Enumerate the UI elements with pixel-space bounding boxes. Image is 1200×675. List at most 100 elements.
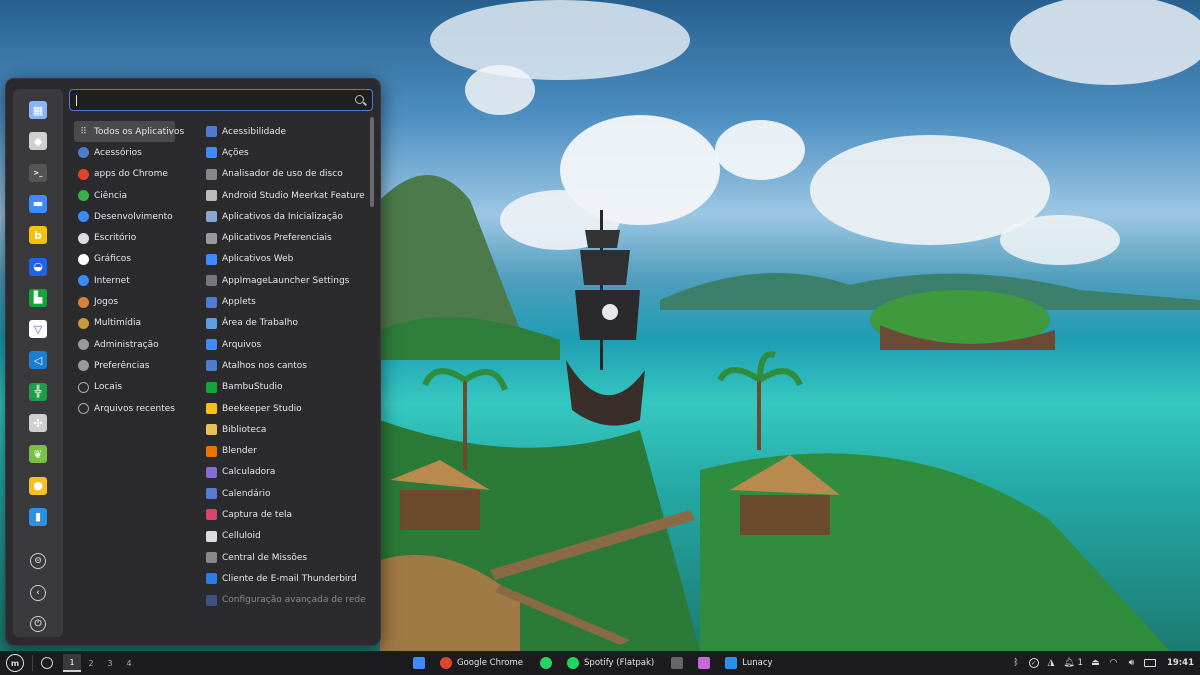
application-menu: ▦ ◆ >_ ▬ b ◒ ▙ ▽ ◁ ╬ ✣ ❦ ● ▮ ⊝ ‹ ⏻ ⠿ Todos os Aplicativos… bbox=[5, 78, 381, 646]
preferred-apps-icon bbox=[206, 232, 217, 244]
bluetooth-icon[interactable]: ᛒ bbox=[1011, 658, 1022, 669]
app-item[interactable]: Cliente de E-mail Thunderbird bbox=[206, 568, 366, 589]
category-item[interactable]: Locais bbox=[74, 377, 204, 398]
show-desktop-clock-icon[interactable] bbox=[41, 657, 53, 669]
wifi-icon[interactable]: ◠ bbox=[1108, 658, 1119, 669]
search-input[interactable] bbox=[69, 89, 373, 111]
app-item[interactable]: Analisador de uso de disco bbox=[206, 164, 366, 185]
clock[interactable]: 19:41 bbox=[1167, 658, 1194, 668]
whatsapp-icon bbox=[540, 657, 553, 669]
app-item[interactable]: Área de Trabalho bbox=[206, 313, 366, 334]
app-item[interactable]: Android Studio Meerkat Feature ... bbox=[206, 185, 366, 206]
app-item[interactable]: Applets bbox=[206, 291, 366, 312]
mint-menu-icon[interactable]: m bbox=[6, 654, 24, 672]
lunacy-icon[interactable]: ▮ bbox=[29, 507, 47, 526]
app-list-scrollbar[interactable] bbox=[370, 117, 374, 207]
grid-icon: ⠿ bbox=[80, 126, 87, 137]
pinwheel-icon[interactable]: ✣ bbox=[29, 414, 47, 432]
hot-corners-icon bbox=[206, 360, 217, 372]
battery-icon[interactable] bbox=[1143, 659, 1156, 667]
app-item[interactable]: Ações bbox=[206, 142, 366, 163]
proton-vpn-icon[interactable]: ▽ bbox=[29, 320, 47, 339]
category-label: Internet bbox=[94, 275, 130, 286]
files-icon bbox=[206, 339, 217, 351]
notifications[interactable]: 🔔︎ 1 bbox=[1063, 658, 1083, 669]
check-status-icon[interactable]: ✓ bbox=[1028, 658, 1039, 668]
category-item[interactable]: Escritório bbox=[74, 227, 204, 248]
software-store-icon[interactable]: ▦ bbox=[29, 101, 47, 119]
app-label: Aplicativos Web bbox=[222, 254, 294, 265]
workspace-4[interactable]: 4 bbox=[120, 654, 138, 672]
power-icon[interactable]: ⏻ bbox=[30, 616, 46, 632]
category-item[interactable]: ⠿ Todos os Aplicativos bbox=[74, 121, 184, 143]
taskbar-window-button[interactable] bbox=[408, 651, 435, 675]
games-icon bbox=[78, 296, 89, 308]
settings-icon[interactable]: ◆ bbox=[29, 132, 47, 151]
folder-icon[interactable]: ▬ bbox=[29, 194, 47, 213]
category-item[interactable]: Internet bbox=[74, 270, 204, 291]
bambu-icon[interactable]: ▙ bbox=[29, 288, 47, 307]
app-item[interactable]: Aplicativos Web bbox=[206, 249, 366, 270]
category-item[interactable]: apps do Chrome bbox=[74, 164, 204, 185]
app-item[interactable]: Acessibilidade bbox=[206, 121, 366, 142]
category-item[interactable]: Ciência bbox=[74, 185, 204, 206]
taskbar: m 1234 Google Chrome Spotify (Flatpak) Lun… bbox=[0, 651, 1200, 675]
volume-icon[interactable]: 🔊︎ bbox=[1126, 658, 1137, 669]
app-label: Configuração avançada de rede bbox=[222, 595, 366, 606]
category-item[interactable]: Multimídia bbox=[74, 313, 204, 334]
app-item[interactable]: Biblioteca bbox=[206, 419, 366, 440]
calendar-icon bbox=[206, 488, 217, 500]
update-manager-icon[interactable]: ◮ bbox=[1046, 658, 1057, 669]
app-item[interactable]: Configuração avançada de rede bbox=[206, 590, 366, 611]
screen-recorder-icon bbox=[698, 657, 711, 669]
app-item[interactable]: Calculadora bbox=[206, 462, 366, 483]
app-item[interactable]: Celluloid bbox=[206, 526, 366, 547]
app-item[interactable]: Captura de tela bbox=[206, 504, 366, 525]
category-label: Escritório bbox=[94, 233, 137, 244]
keep-icon[interactable]: ● bbox=[29, 476, 47, 495]
category-item[interactable]: Jogos bbox=[74, 291, 204, 312]
office-icon bbox=[78, 232, 89, 244]
category-item[interactable]: Gráficos bbox=[74, 249, 204, 270]
category-item[interactable]: Preferências bbox=[74, 355, 204, 376]
app-item[interactable]: BambuStudio bbox=[206, 377, 366, 398]
taskbar-window-button[interactable]: Lunacy bbox=[720, 651, 784, 675]
app-item[interactable]: Central de Missões bbox=[206, 547, 366, 568]
workspace-2[interactable]: 2 bbox=[82, 654, 100, 672]
taskbar-window-button[interactable]: Spotify (Flatpak) bbox=[562, 651, 666, 675]
taskbar-window-button[interactable] bbox=[535, 651, 562, 675]
workspace-1[interactable]: 1 bbox=[63, 654, 81, 672]
science-icon bbox=[78, 190, 89, 202]
logout-icon[interactable]: ‹ bbox=[30, 584, 46, 601]
beekeeper-icon[interactable]: b bbox=[29, 226, 47, 245]
notification-count: 1 bbox=[1077, 658, 1083, 668]
app-item[interactable]: Calendário bbox=[206, 483, 366, 504]
terminal-icon[interactable]: >_ bbox=[29, 163, 47, 182]
drive-icon[interactable]: ⏏ bbox=[1090, 658, 1101, 669]
app-item[interactable]: AppImageLauncher Settings bbox=[206, 270, 366, 291]
mint-leaf-icon[interactable]: ❦ bbox=[29, 445, 47, 464]
beekeeper-icon bbox=[206, 403, 217, 414]
lock-icon[interactable]: ⊝ bbox=[30, 553, 46, 569]
app-item[interactable]: Blender bbox=[206, 440, 366, 461]
spotify-icon bbox=[567, 657, 580, 669]
vscode-icon[interactable]: ◁ bbox=[29, 351, 47, 370]
app-item[interactable]: Arquivos bbox=[206, 334, 366, 355]
app-label: Arquivos bbox=[222, 339, 262, 350]
category-item[interactable]: Administração bbox=[74, 334, 204, 355]
docker-icon[interactable]: ◒ bbox=[29, 257, 47, 276]
app-label: Beekeeper Studio bbox=[222, 403, 302, 414]
taskbar-window-button[interactable]: Google Chrome bbox=[435, 651, 535, 675]
app-item[interactable]: Atalhos nos cantos bbox=[206, 355, 366, 376]
search-field[interactable] bbox=[80, 92, 350, 108]
app-item[interactable]: Aplicativos da Inicialização bbox=[206, 206, 366, 227]
taskbar-window-button[interactable] bbox=[666, 651, 693, 675]
app-item[interactable]: Beekeeper Studio bbox=[206, 398, 366, 419]
workspace-3[interactable]: 3 bbox=[101, 654, 119, 672]
category-item[interactable]: Arquivos recentes bbox=[74, 398, 204, 419]
taskbar-window-button[interactable] bbox=[693, 651, 720, 675]
table-app-icon[interactable]: ╬ bbox=[29, 382, 47, 401]
app-item[interactable]: Aplicativos Preferenciais bbox=[206, 227, 366, 248]
category-item[interactable]: Acessórios bbox=[74, 142, 204, 163]
category-item[interactable]: Desenvolvimento bbox=[74, 206, 204, 227]
